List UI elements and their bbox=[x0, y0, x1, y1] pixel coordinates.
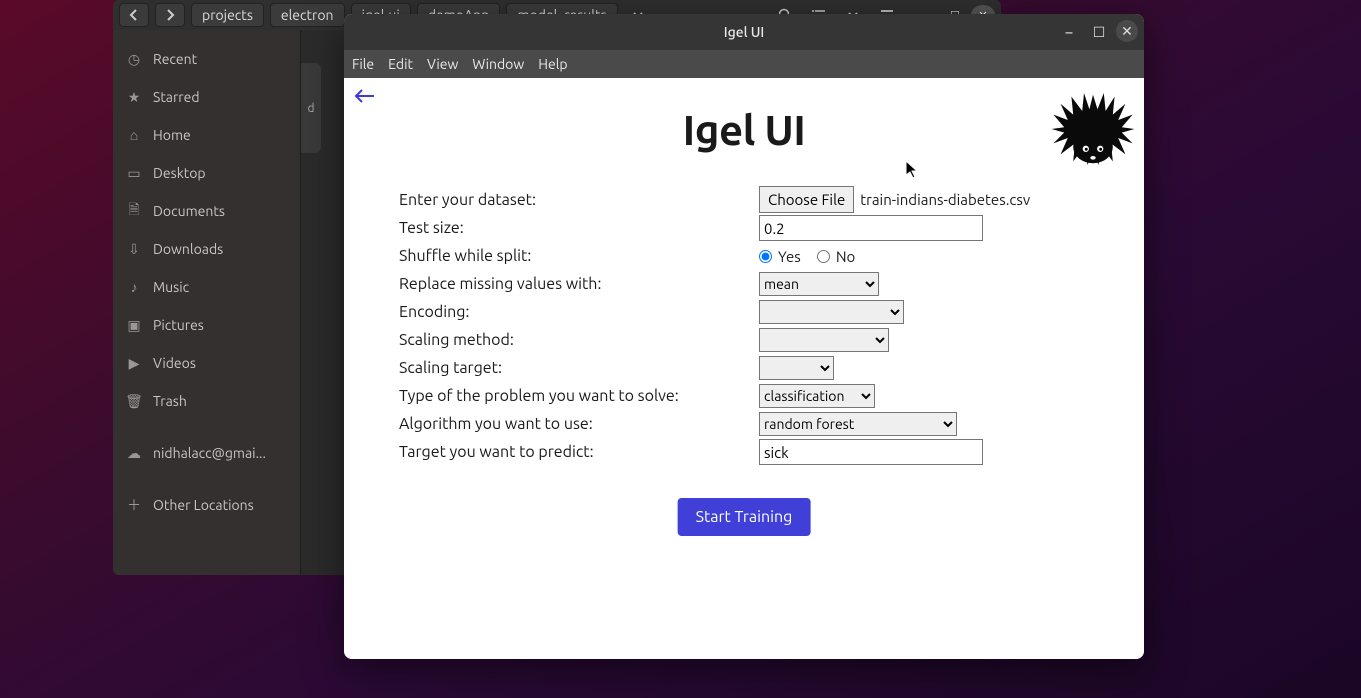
sidebar-item-videos[interactable]: ▶ Videos bbox=[113, 344, 300, 382]
sidebar-item-label: Pictures bbox=[153, 317, 204, 333]
sidebar-item-account[interactable]: ☁ nidhalacc@gmai... bbox=[113, 434, 300, 472]
label-scaling-target: Scaling target: bbox=[399, 359, 759, 377]
sidebar-item-label: Home bbox=[153, 127, 191, 143]
start-training-button[interactable]: Start Training bbox=[678, 498, 811, 536]
menu-view[interactable]: View bbox=[427, 56, 458, 72]
music-icon: ♪ bbox=[125, 279, 143, 295]
sidebar-item-documents[interactable]: 🗎 Documents bbox=[113, 192, 300, 230]
sidebar-item-label: Videos bbox=[153, 355, 196, 371]
sidebar-item-recent[interactable]: ◷ Recent bbox=[113, 40, 300, 78]
encoding-select[interactable] bbox=[759, 300, 904, 324]
label-target: Target you want to predict: bbox=[399, 443, 759, 461]
label-shuffle: Shuffle while split: bbox=[399, 247, 759, 265]
nav-forward-button[interactable] bbox=[155, 3, 185, 27]
arrow-left-icon bbox=[354, 88, 376, 104]
breadcrumb-item[interactable]: projects bbox=[191, 3, 264, 27]
choose-file-button[interactable]: Choose File bbox=[759, 186, 854, 213]
shuffle-yes-radio[interactable] bbox=[759, 250, 772, 263]
label-missing: Replace missing values with: bbox=[399, 275, 759, 293]
sidebar-item-music[interactable]: ♪ Music bbox=[113, 268, 300, 306]
label-algorithm: Algorithm you want to use: bbox=[399, 415, 759, 433]
sidebar-item-downloads[interactable]: ⇩ Downloads bbox=[113, 230, 300, 268]
clock-icon: ◷ bbox=[125, 51, 143, 68]
menu-file[interactable]: File bbox=[352, 56, 374, 72]
sidebar-item-label: Desktop bbox=[153, 165, 206, 181]
sidebar-item-label: nidhalacc@gmai... bbox=[153, 445, 266, 461]
sidebar-item-label: Downloads bbox=[153, 241, 223, 257]
download-icon: ⇩ bbox=[125, 241, 143, 258]
video-icon: ▶ bbox=[125, 355, 143, 372]
window-close-button[interactable]: ✕ bbox=[1116, 20, 1138, 42]
desktop-icon: ▭ bbox=[125, 165, 143, 182]
chevron-right-icon bbox=[165, 9, 175, 21]
test-size-input[interactable] bbox=[759, 215, 983, 241]
label-encoding: Encoding: bbox=[399, 303, 759, 321]
menu-help[interactable]: Help bbox=[538, 56, 567, 72]
sidebar-item-other-locations[interactable]: ＋ Other Locations bbox=[113, 486, 300, 524]
shuffle-no-label: No bbox=[836, 248, 856, 265]
picture-icon: ▣ bbox=[125, 317, 143, 334]
sidebar-item-starred[interactable]: ★ Starred bbox=[113, 78, 300, 116]
igel-window: Igel UI – ☐ ✕ File Edit View Window Help bbox=[344, 14, 1144, 659]
sidebar-item-label: Documents bbox=[153, 203, 225, 219]
fm-sidebar: ◷ Recent ★ Starred ⌂ Home ▭ Desktop 🗎 Documen… bbox=[113, 30, 301, 575]
sidebar-item-pictures[interactable]: ▣ Pictures bbox=[113, 306, 300, 344]
star-icon: ★ bbox=[125, 89, 143, 106]
fm-folder-snippet: d bbox=[301, 63, 321, 153]
label-testsize: Test size: bbox=[399, 219, 759, 237]
label-problem: Type of the problem you want to solve: bbox=[399, 387, 759, 405]
document-icon: 🗎 bbox=[125, 199, 143, 223]
breadcrumb-item[interactable]: electron bbox=[270, 3, 345, 27]
sidebar-item-desktop[interactable]: ▭ Desktop bbox=[113, 154, 300, 192]
igel-titlebar[interactable]: Igel UI – ☐ ✕ bbox=[344, 14, 1144, 50]
scaling-method-select[interactable] bbox=[759, 328, 889, 352]
window-minimize-button[interactable]: – bbox=[1056, 20, 1082, 44]
shuffle-no-radio[interactable] bbox=[817, 250, 830, 263]
target-input[interactable] bbox=[759, 439, 983, 465]
sidebar-item-label: Recent bbox=[153, 51, 197, 67]
nav-back-button[interactable] bbox=[119, 3, 149, 27]
training-form: Enter your dataset: Choose File train-in… bbox=[399, 186, 1089, 467]
chosen-file-name: train-indians-diabetes.csv bbox=[860, 191, 1030, 208]
sidebar-item-label: Music bbox=[153, 279, 189, 295]
shuffle-yes-label: Yes bbox=[778, 248, 801, 265]
problem-type-select[interactable]: classification bbox=[759, 384, 875, 408]
sidebar-item-label: Other Locations bbox=[153, 497, 254, 513]
page-title: Igel UI bbox=[344, 78, 1144, 153]
menu-window[interactable]: Window bbox=[472, 56, 524, 72]
chevron-left-icon bbox=[129, 9, 139, 21]
menu-edit[interactable]: Edit bbox=[388, 56, 413, 72]
window-maximize-button[interactable]: ☐ bbox=[1086, 20, 1112, 44]
sidebar-item-label: Starred bbox=[153, 89, 200, 105]
sidebar-item-home[interactable]: ⌂ Home bbox=[113, 116, 300, 154]
sidebar-item-label: Trash bbox=[153, 393, 187, 409]
label-scaling-method: Scaling method: bbox=[399, 331, 759, 349]
account-icon: ☁ bbox=[125, 445, 143, 462]
scaling-target-select[interactable] bbox=[759, 356, 834, 380]
trash-icon: 🗑 bbox=[125, 393, 143, 410]
igel-logo bbox=[1048, 84, 1138, 174]
missing-select[interactable]: mean bbox=[759, 272, 879, 296]
window-title: Igel UI bbox=[724, 24, 765, 40]
igel-body: Igel UI Enter your dataset: Choose File … bbox=[344, 78, 1144, 659]
algorithm-select[interactable]: random forest bbox=[759, 412, 957, 436]
igel-menubar: File Edit View Window Help bbox=[344, 50, 1144, 78]
home-icon: ⌂ bbox=[125, 127, 143, 143]
back-arrow-button[interactable] bbox=[354, 88, 376, 104]
sidebar-item-trash[interactable]: 🗑 Trash bbox=[113, 382, 300, 420]
label-dataset: Enter your dataset: bbox=[399, 191, 759, 209]
plus-icon: ＋ bbox=[125, 495, 143, 515]
hedgehog-icon bbox=[1048, 84, 1138, 174]
